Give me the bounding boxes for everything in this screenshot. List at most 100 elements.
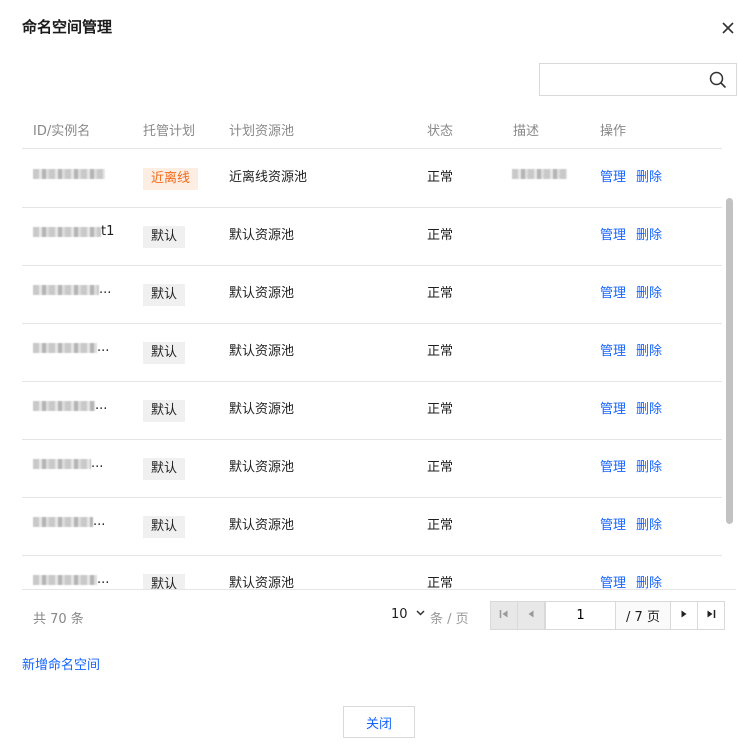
resource-pool: 默认资源池 bbox=[229, 344, 295, 359]
instance-id-suffix: ... bbox=[97, 340, 110, 355]
redacted-id bbox=[33, 400, 95, 411]
resource-pool: 默认资源池 bbox=[229, 228, 295, 243]
redacted-id bbox=[33, 458, 91, 469]
delete-link[interactable]: 删除 bbox=[636, 456, 662, 475]
resource-pool: 默认资源池 bbox=[229, 460, 295, 475]
column-header-id: ID/实例名 bbox=[33, 124, 91, 139]
next-page-icon bbox=[678, 608, 690, 624]
total-pages: / 7 页 bbox=[616, 601, 671, 630]
delete-link[interactable]: 删除 bbox=[636, 340, 662, 359]
search-icon[interactable] bbox=[709, 71, 727, 89]
instance-id: ... bbox=[33, 456, 103, 471]
add-namespace-link[interactable]: 新增命名空间 bbox=[22, 654, 100, 673]
search-box bbox=[539, 63, 737, 96]
page-size-select[interactable]: 10 bbox=[391, 607, 426, 622]
instance-id-suffix: ... bbox=[99, 282, 112, 297]
delete-link[interactable]: 删除 bbox=[636, 398, 662, 417]
instance-id bbox=[33, 166, 105, 181]
resource-pool: 默认资源池 bbox=[229, 518, 295, 533]
close-icon[interactable] bbox=[718, 18, 738, 38]
resource-pool: 近离线资源池 bbox=[229, 170, 308, 185]
manage-link[interactable]: 管理 bbox=[600, 282, 626, 301]
resource-pool: 默认资源池 bbox=[229, 576, 295, 590]
plan-tag: 默认 bbox=[143, 400, 186, 422]
table-row: ... 默认 默认资源池 正常 管理 删除 bbox=[22, 382, 722, 440]
table-header: ID/实例名 托管计划 计划资源池 状态 描述 操作 bbox=[22, 108, 722, 149]
chevron-down-icon bbox=[415, 607, 426, 622]
status-text: 正常 bbox=[427, 344, 454, 359]
delete-link[interactable]: 删除 bbox=[636, 224, 662, 243]
first-page-icon bbox=[498, 608, 510, 624]
manage-link[interactable]: 管理 bbox=[600, 456, 626, 475]
column-header-actions: 操作 bbox=[600, 124, 627, 139]
manage-link[interactable]: 管理 bbox=[600, 224, 626, 243]
redacted-id bbox=[33, 284, 99, 295]
redacted-id bbox=[33, 342, 97, 353]
instance-id: ... bbox=[33, 572, 109, 587]
instance-id: ... bbox=[33, 398, 107, 413]
table-row: 近离线 近离线资源池 正常 管理 删除 bbox=[22, 150, 722, 208]
delete-link[interactable]: 删除 bbox=[636, 282, 662, 301]
first-page-button[interactable] bbox=[490, 601, 518, 630]
page-number-input[interactable] bbox=[545, 601, 616, 630]
instance-id-suffix: t1 bbox=[101, 224, 115, 239]
table-body: 近离线 近离线资源池 正常 管理 删除 t1 默认 默认资源池 正常 管理 删除... 默认 默认资源池… bbox=[22, 150, 722, 590]
close-button[interactable]: 关闭 bbox=[343, 706, 415, 738]
per-page-label: 条 / 页 bbox=[430, 612, 469, 627]
instance-id: t1 bbox=[33, 224, 114, 239]
plan-tag: 默认 bbox=[143, 516, 186, 538]
plan-tag: 默认 bbox=[143, 226, 186, 248]
table-row: ... 默认 默认资源池 正常 管理 删除 bbox=[22, 440, 722, 498]
status-text: 正常 bbox=[427, 402, 454, 417]
column-header-status: 状态 bbox=[427, 124, 454, 139]
status-text: 正常 bbox=[427, 518, 454, 533]
column-header-pool: 计划资源池 bbox=[229, 124, 295, 139]
plan-tag: 近离线 bbox=[143, 168, 199, 190]
redacted-id bbox=[33, 226, 101, 237]
status-text: 正常 bbox=[427, 170, 454, 185]
instance-id-suffix: ... bbox=[91, 456, 104, 471]
search-input[interactable] bbox=[540, 64, 700, 95]
plan-tag: 默认 bbox=[143, 342, 186, 364]
prev-page-button[interactable] bbox=[517, 601, 545, 630]
manage-link[interactable]: 管理 bbox=[600, 514, 626, 533]
pagination: 共 70 条 10 条 / 页 / 7 页 bbox=[0, 600, 738, 630]
dialog-title: 命名空间管理 bbox=[22, 18, 113, 36]
redacted-id bbox=[33, 516, 93, 527]
delete-link[interactable]: 删除 bbox=[636, 514, 662, 533]
plan-tag: 默认 bbox=[143, 574, 186, 589]
status-text: 正常 bbox=[427, 286, 454, 301]
last-page-button[interactable] bbox=[697, 601, 725, 630]
page-size-value: 10 bbox=[391, 607, 408, 622]
status-text: 正常 bbox=[427, 228, 454, 243]
manage-link[interactable]: 管理 bbox=[600, 572, 626, 589]
instance-id-suffix: ... bbox=[93, 514, 106, 529]
redacted-id bbox=[33, 168, 105, 179]
prev-page-icon bbox=[525, 608, 537, 624]
redacted-id bbox=[33, 574, 97, 585]
instance-id-suffix: ... bbox=[95, 398, 108, 413]
table-row: ... 默认 默认资源池 正常 管理 删除 bbox=[22, 498, 722, 556]
instance-id: ... bbox=[33, 340, 109, 355]
plan-tag: 默认 bbox=[143, 284, 186, 306]
instance-id-suffix: ... bbox=[97, 572, 110, 587]
table-scrollbar[interactable] bbox=[726, 198, 733, 524]
table-row: t1 默认 默认资源池 正常 管理 删除 bbox=[22, 208, 722, 266]
delete-link[interactable]: 删除 bbox=[636, 166, 662, 185]
table-row: ... 默认 默认资源池 正常 管理 删除 bbox=[22, 556, 722, 590]
next-page-button[interactable] bbox=[670, 601, 698, 630]
table-row: ... 默认 默认资源池 正常 管理 删除 bbox=[22, 266, 722, 324]
delete-link[interactable]: 删除 bbox=[636, 572, 662, 589]
plan-tag: 默认 bbox=[143, 458, 186, 480]
column-header-plan: 托管计划 bbox=[143, 124, 196, 139]
status-text: 正常 bbox=[427, 460, 454, 475]
redacted-description bbox=[512, 168, 567, 179]
manage-link[interactable]: 管理 bbox=[600, 398, 626, 417]
description bbox=[512, 166, 567, 181]
status-text: 正常 bbox=[427, 576, 454, 590]
instance-id: ... bbox=[33, 282, 111, 297]
resource-pool: 默认资源池 bbox=[229, 286, 295, 301]
manage-link[interactable]: 管理 bbox=[600, 166, 626, 185]
column-header-description: 描述 bbox=[513, 124, 540, 139]
manage-link[interactable]: 管理 bbox=[600, 340, 626, 359]
